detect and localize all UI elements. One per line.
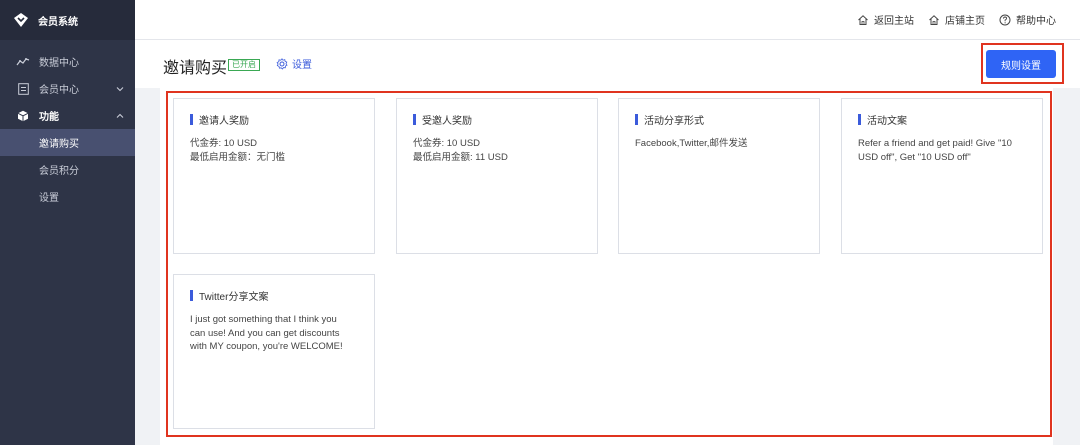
sidebar: 会员系统 数据中心 会员中心 功能 邀请购买 会员积分 设置 (0, 0, 135, 445)
store-home-link[interactable]: 店铺主页 (928, 12, 985, 27)
back-to-main-site-link[interactable]: 返回主站 (857, 12, 914, 27)
help-center-link[interactable]: 帮助中心 (999, 12, 1056, 27)
help-icon (999, 14, 1011, 25)
sidebar-item-features[interactable]: 功能 (0, 102, 135, 129)
content-highlight-box (166, 91, 1052, 437)
cube-icon (16, 109, 30, 123)
brand-name: 会员系统 (38, 16, 78, 28)
member-card-icon (16, 82, 30, 96)
sidebar-item-label: 会员中心 (39, 85, 79, 96)
settings-link-label: 设置 (292, 60, 312, 71)
brand-logo-icon (14, 13, 28, 27)
status-badge: 已开启 (228, 59, 260, 71)
top-link-label: 返回主站 (874, 16, 914, 27)
sidebar-subitem-invite-purchase[interactable]: 邀请购买 (0, 129, 135, 156)
sidebar-item-member-center[interactable]: 会员中心 (0, 75, 135, 102)
home-icon (858, 14, 868, 25)
chevron-down-icon (116, 86, 124, 91)
top-link-label: 店铺主页 (945, 16, 985, 27)
top-header: 返回主站 店铺主页 帮助中心 (135, 0, 1080, 40)
sidebar-nav: 数据中心 会员中心 功能 邀请购买 会员积分 设置 (0, 40, 135, 210)
sidebar-item-data-center[interactable]: 数据中心 (0, 48, 135, 75)
rules-settings-button[interactable]: 规则设置 (986, 50, 1056, 78)
sidebar-item-label: 数据中心 (39, 58, 79, 69)
page-header: 邀请购买 已开启 设置 规则设置 (135, 40, 1080, 88)
sidebar-subitem-settings[interactable]: 设置 (0, 183, 135, 210)
line-chart-icon (16, 55, 30, 69)
gear-icon (276, 57, 288, 70)
chevron-up-icon (116, 113, 124, 118)
sidebar-subitem-member-points[interactable]: 会员积分 (0, 156, 135, 183)
brand[interactable]: 会员系统 (0, 0, 135, 40)
sidebar-item-label: 功能 (39, 112, 59, 123)
settings-link[interactable]: 设置 (276, 56, 312, 71)
home-icon (929, 14, 939, 25)
top-link-label: 帮助中心 (1016, 16, 1056, 27)
page-title: 邀请购买 (163, 60, 228, 77)
